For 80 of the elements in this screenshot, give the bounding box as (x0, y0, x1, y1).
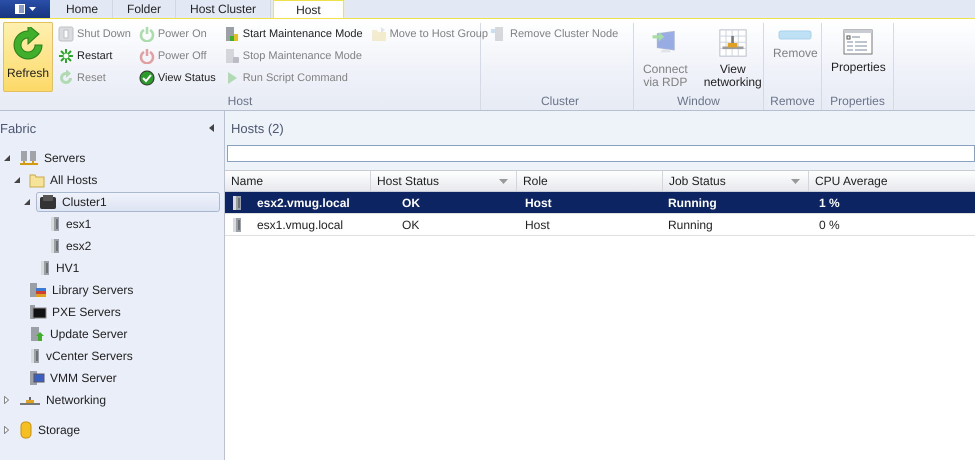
reset-icon (58, 70, 74, 86)
starburst-icon (58, 48, 74, 64)
large-ribbon-button[interactable]: Refresh (3, 22, 54, 92)
collapsed-arrow-icon[interactable] (4, 396, 9, 404)
power-icon (138, 48, 155, 64)
column-header[interactable]: Role (517, 171, 663, 191)
table-cell: Host (525, 218, 550, 232)
expanded-arrow-icon[interactable] (4, 154, 11, 162)
column-header[interactable]: Job Status (663, 171, 809, 191)
table-cell: 1 % (819, 196, 840, 210)
update-server-icon (29, 326, 45, 342)
ribbon-tab[interactable]: Host (273, 0, 344, 18)
ribbon-button[interactable]: Start Maintenance Mode (222, 23, 366, 45)
column-header[interactable]: Name (225, 171, 371, 191)
table-cell: esx2.vmug.local (257, 196, 350, 210)
table-row[interactable]: esx1.vmug.local OK Host Running 0 % (225, 214, 975, 236)
check-circle-icon (138, 70, 155, 86)
server-icon (231, 216, 243, 232)
tree-item[interactable]: esx1 (46, 214, 94, 234)
pane-title: Fabric (0, 120, 36, 136)
cluster-icon (39, 194, 57, 210)
servers-icon (19, 150, 39, 166)
tree-item[interactable]: Update Server (26, 324, 130, 344)
properties-window-icon (843, 29, 874, 55)
group-label: Cluster (540, 94, 579, 110)
server-icon (231, 194, 243, 210)
shut-down-icon (58, 26, 74, 42)
large-ribbon-button[interactable]: View networking (698, 23, 768, 89)
network-icon (19, 394, 41, 406)
tree-item[interactable]: HV1 (36, 258, 82, 278)
storage-icon (19, 421, 33, 439)
server-icon (39, 260, 51, 276)
tree-item[interactable]: Library Servers (26, 280, 136, 300)
large-ribbon-button[interactable]: Properties (825, 23, 892, 89)
tree-item[interactable]: VMM Server (26, 368, 120, 388)
power-icon (138, 26, 155, 42)
library-icon (29, 282, 47, 298)
tree-item[interactable]: esx2 (46, 236, 94, 256)
table-cell: 0 % (819, 218, 840, 232)
terminal-icon (29, 304, 47, 320)
table-cell: OK (402, 196, 420, 210)
network-grid-icon (716, 29, 749, 57)
server-icon (224, 26, 240, 42)
collapsed-arrow-icon[interactable] (4, 426, 9, 434)
expanded-arrow-icon[interactable] (14, 176, 21, 184)
menu-icon (13, 3, 37, 15)
group-label: Host (228, 94, 252, 110)
bar-icon (778, 29, 812, 41)
pane-title: Hosts (2) (231, 120, 284, 136)
tree-item[interactable]: Servers (16, 148, 88, 168)
ribbon-button[interactable]: Restart (57, 45, 134, 67)
column-header[interactable]: Host Status (371, 171, 517, 191)
tree-item[interactable]: Storage (16, 420, 84, 440)
server-icon (29, 348, 41, 364)
server-icon (49, 216, 61, 232)
table-row[interactable]: esx2.vmug.local OK Host Running 1 % (225, 192, 975, 214)
tree-item[interactable]: PXE Servers (26, 302, 124, 322)
tree-item[interactable]: All Hosts (26, 170, 100, 190)
expanded-arrow-icon[interactable] (24, 198, 31, 206)
group-label: Remove (770, 94, 815, 110)
column-header[interactable]: CPU Average (809, 171, 975, 191)
tree-item[interactable]: Networking (16, 390, 110, 410)
table-cell: esx1.vmug.local (257, 218, 344, 232)
vmm-server-icon (29, 370, 45, 386)
collapse-arrow-icon (209, 124, 215, 132)
tree-item[interactable]: vCenter Servers (26, 346, 136, 366)
group-label: Window (677, 94, 720, 110)
server-icon (49, 238, 61, 254)
group-label: Properties (830, 94, 885, 110)
folder-icon (370, 26, 387, 42)
tree-item[interactable]: Cluster1 (36, 192, 220, 212)
table-cell: Running (668, 218, 713, 232)
folder-icon (29, 172, 45, 188)
application-menu-button[interactable] (0, 0, 50, 18)
server-icon (224, 48, 240, 64)
ribbon-button[interactable]: View Status (138, 67, 219, 89)
table-cell: OK (402, 218, 420, 232)
table-cell: Host (525, 196, 552, 210)
table-cell: Running (668, 196, 717, 210)
search-field[interactable] (227, 145, 975, 162)
